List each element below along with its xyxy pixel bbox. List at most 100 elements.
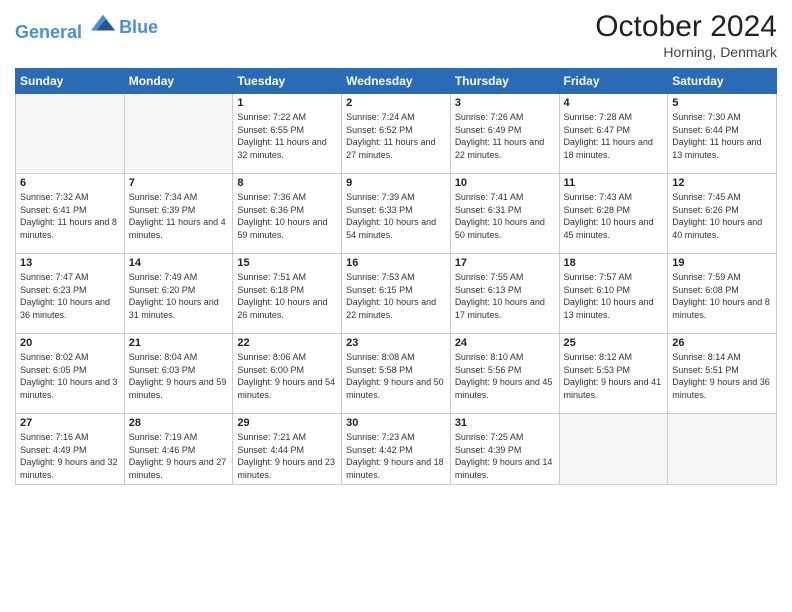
calendar-cell: 11 Sunrise: 7:43 AM Sunset: 6:28 PM Dayli… <box>559 174 668 254</box>
calendar-cell: 18Sunrise: 7:57 AM Sunset: 6:10 PM Dayli… <box>559 254 668 334</box>
header-monday: Monday <box>124 69 233 94</box>
day-info: Sunrise: 7:19 AM Sunset: 4:46 PM Dayligh… <box>129 431 229 481</box>
calendar-cell: 7 Sunrise: 7:34 AM Sunset: 6:39 PM Daylig… <box>124 174 233 254</box>
calendar-cell <box>559 414 668 485</box>
day-info: Sunrise: 7:24 AM Sunset: 6:52 PM Dayligh… <box>346 111 446 161</box>
day-info: Sunrise: 7:36 AM Sunset: 6:36 PM Dayligh… <box>237 191 337 241</box>
day-number: 31 <box>455 417 555 429</box>
day-info: Sunrise: 8:06 AM Sunset: 6:00 PM Dayligh… <box>237 351 337 401</box>
page: General Blue October 2024 Horning, Denma… <box>0 0 792 612</box>
calendar-cell: 8Sunrise: 7:36 AM Sunset: 6:36 PM Daylig… <box>233 174 342 254</box>
day-number: 6 <box>20 177 120 189</box>
day-number: 14 <box>129 257 229 269</box>
day-number: 10 <box>455 177 555 189</box>
day-info: Sunrise: 7:21 AM Sunset: 4:44 PM Dayligh… <box>237 431 337 481</box>
day-info: Sunrise: 7:30 AM Sunset: 6:44 PM Dayligh… <box>672 111 772 161</box>
header-tuesday: Tuesday <box>233 69 342 94</box>
day-info: Sunrise: 7:28 AM Sunset: 6:47 PM Dayligh… <box>564 111 664 161</box>
title-block: October 2024 Horning, Denmark <box>595 10 777 60</box>
day-number: 29 <box>237 417 337 429</box>
day-info: Sunrise: 7:39 AM Sunset: 6:33 PM Dayligh… <box>346 191 446 241</box>
calendar-cell: 9 Sunrise: 7:39 AM Sunset: 6:33 PM Daylig… <box>342 174 451 254</box>
day-number: 20 <box>20 337 120 349</box>
day-number: 2 <box>346 97 446 109</box>
day-info: Sunrise: 7:32 AM Sunset: 6:41 PM Dayligh… <box>20 191 120 241</box>
calendar-cell: 17 Sunrise: 7:55 AM Sunset: 6:13 PM Dayli… <box>450 254 559 334</box>
calendar-cell <box>668 414 777 485</box>
day-number: 30 <box>346 417 446 429</box>
calendar-cell: 3Sunrise: 7:26 AM Sunset: 6:49 PM Daylig… <box>450 94 559 174</box>
calendar-cell: 27 Sunrise: 7:16 AM Sunset: 4:49 PM Dayli… <box>16 414 125 485</box>
calendar-cell: 30 Sunrise: 7:23 AM Sunset: 4:42 PM Dayli… <box>342 414 451 485</box>
day-info: Sunrise: 7:47 AM Sunset: 6:23 PM Dayligh… <box>20 271 120 321</box>
day-number: 15 <box>237 257 337 269</box>
calendar-cell: 21 Sunrise: 8:04 AM Sunset: 6:03 PM Dayli… <box>124 334 233 414</box>
calendar-cell: 20 Sunrise: 8:02 AM Sunset: 6:05 PM Dayli… <box>16 334 125 414</box>
day-info: Sunrise: 8:02 AM Sunset: 6:05 PM Dayligh… <box>20 351 120 401</box>
day-info: Sunrise: 8:14 AM Sunset: 5:51 PM Dayligh… <box>672 351 772 401</box>
calendar-cell: 31 Sunrise: 7:25 AM Sunset: 4:39 PM Dayli… <box>450 414 559 485</box>
calendar-cell: 14 Sunrise: 7:49 AM Sunset: 6:20 PM Dayli… <box>124 254 233 334</box>
day-info: Sunrise: 7:49 AM Sunset: 6:20 PM Dayligh… <box>129 271 229 321</box>
day-number: 13 <box>20 257 120 269</box>
day-number: 24 <box>455 337 555 349</box>
header: General Blue October 2024 Horning, Denma… <box>15 10 777 60</box>
calendar-cell: 29 Sunrise: 7:21 AM Sunset: 4:44 PM Dayli… <box>233 414 342 485</box>
weekday-header-row: Sunday Monday Tuesday Wednesday Thursday… <box>16 69 777 94</box>
day-number: 27 <box>20 417 120 429</box>
logo-blue-text: Blue <box>119 18 158 38</box>
location: Horning, Denmark <box>595 44 777 60</box>
day-info: Sunrise: 7:53 AM Sunset: 6:15 PM Dayligh… <box>346 271 446 321</box>
calendar-cell: 25 Sunrise: 8:12 AM Sunset: 5:53 PM Dayli… <box>559 334 668 414</box>
day-number: 21 <box>129 337 229 349</box>
day-info: Sunrise: 8:12 AM Sunset: 5:53 PM Dayligh… <box>564 351 664 401</box>
day-number: 25 <box>564 337 664 349</box>
day-info: Sunrise: 7:59 AM Sunset: 6:08 PM Dayligh… <box>672 271 772 321</box>
logo-icon <box>89 10 117 38</box>
day-info: Sunrise: 7:55 AM Sunset: 6:13 PM Dayligh… <box>455 271 555 321</box>
calendar-cell: 16 Sunrise: 7:53 AM Sunset: 6:15 PM Dayli… <box>342 254 451 334</box>
calendar-cell: 26 Sunrise: 8:14 AM Sunset: 5:51 PM Dayli… <box>668 334 777 414</box>
day-number: 26 <box>672 337 772 349</box>
calendar-cell: 1 Sunrise: 7:22 AM Sunset: 6:55 PM Daylig… <box>233 94 342 174</box>
calendar-cell: 12Sunrise: 7:45 AM Sunset: 6:26 PM Dayli… <box>668 174 777 254</box>
calendar-cell: 10 Sunrise: 7:41 AM Sunset: 6:31 PM Dayli… <box>450 174 559 254</box>
day-info: Sunrise: 7:41 AM Sunset: 6:31 PM Dayligh… <box>455 191 555 241</box>
day-number: 16 <box>346 257 446 269</box>
calendar-cell <box>124 94 233 174</box>
day-info: Sunrise: 7:16 AM Sunset: 4:49 PM Dayligh… <box>20 431 120 481</box>
day-number: 23 <box>346 337 446 349</box>
day-info: Sunrise: 7:23 AM Sunset: 4:42 PM Dayligh… <box>346 431 446 481</box>
day-number: 1 <box>237 97 337 109</box>
month-title: October 2024 <box>595 10 777 44</box>
calendar-cell: 24 Sunrise: 8:10 AM Sunset: 5:56 PM Dayli… <box>450 334 559 414</box>
calendar-cell: 19 Sunrise: 7:59 AM Sunset: 6:08 PM Dayli… <box>668 254 777 334</box>
day-info: Sunrise: 7:57 AM Sunset: 6:10 PM Dayligh… <box>564 271 664 321</box>
calendar-cell: 28Sunrise: 7:19 AM Sunset: 4:46 PM Dayli… <box>124 414 233 485</box>
day-number: 22 <box>237 337 337 349</box>
logo: General Blue <box>15 10 158 43</box>
day-info: Sunrise: 7:51 AM Sunset: 6:18 PM Dayligh… <box>237 271 337 321</box>
day-info: Sunrise: 7:22 AM Sunset: 6:55 PM Dayligh… <box>237 111 337 161</box>
day-number: 11 <box>564 177 664 189</box>
day-info: Sunrise: 7:43 AM Sunset: 6:28 PM Dayligh… <box>564 191 664 241</box>
day-info: Sunrise: 7:34 AM Sunset: 6:39 PM Dayligh… <box>129 191 229 241</box>
day-number: 7 <box>129 177 229 189</box>
day-info: Sunrise: 7:26 AM Sunset: 6:49 PM Dayligh… <box>455 111 555 161</box>
day-number: 17 <box>455 257 555 269</box>
day-number: 5 <box>672 97 772 109</box>
calendar-cell: 5 Sunrise: 7:30 AM Sunset: 6:44 PM Daylig… <box>668 94 777 174</box>
logo-text: General <box>15 10 117 43</box>
day-number: 9 <box>346 177 446 189</box>
calendar-cell: 2 Sunrise: 7:24 AM Sunset: 6:52 PM Daylig… <box>342 94 451 174</box>
calendar-cell: 4Sunrise: 7:28 AM Sunset: 6:47 PM Daylig… <box>559 94 668 174</box>
calendar: Sunday Monday Tuesday Wednesday Thursday… <box>15 68 777 485</box>
header-sunday: Sunday <box>16 69 125 94</box>
day-info: Sunrise: 8:04 AM Sunset: 6:03 PM Dayligh… <box>129 351 229 401</box>
calendar-cell: 13 Sunrise: 7:47 AM Sunset: 6:23 PM Dayli… <box>16 254 125 334</box>
day-number: 19 <box>672 257 772 269</box>
day-info: Sunrise: 8:10 AM Sunset: 5:56 PM Dayligh… <box>455 351 555 401</box>
day-info: Sunrise: 7:25 AM Sunset: 4:39 PM Dayligh… <box>455 431 555 481</box>
header-thursday: Thursday <box>450 69 559 94</box>
header-friday: Friday <box>559 69 668 94</box>
